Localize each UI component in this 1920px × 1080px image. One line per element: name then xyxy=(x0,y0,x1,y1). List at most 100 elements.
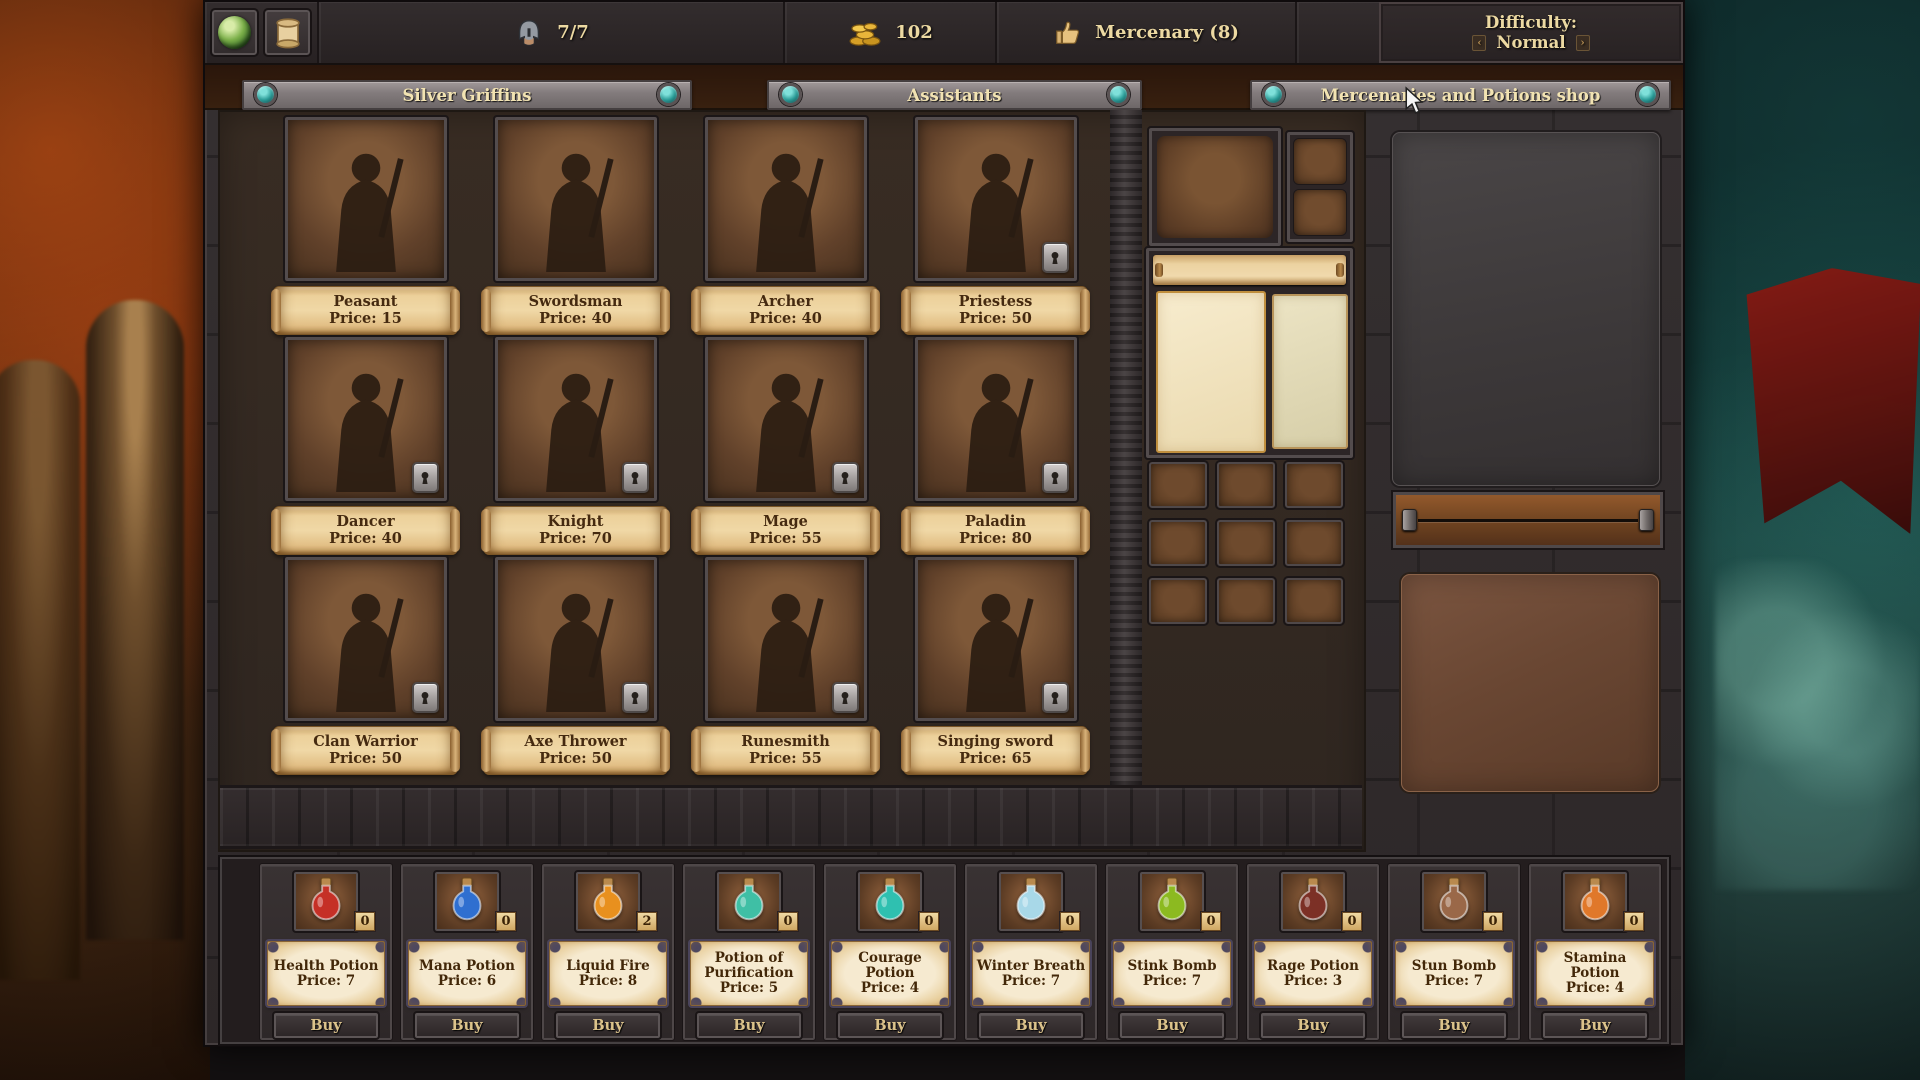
equipment-slot[interactable] xyxy=(1294,139,1346,184)
unit-price: Price: 50 xyxy=(329,751,402,768)
unit-name: Mage xyxy=(763,514,808,531)
unit-price: Price: 65 xyxy=(959,751,1032,768)
unit-portrait[interactable] xyxy=(285,337,447,501)
potion-cell-mana-potion: 0 Mana Potion Price: 6 Buy xyxy=(401,864,533,1040)
tab-silver-griffins[interactable]: Silver Griffins xyxy=(242,80,692,110)
unit-portrait[interactable] xyxy=(495,337,657,501)
tab-assistants[interactable]: Assistants xyxy=(767,80,1142,110)
potion-icon-slot[interactable]: 0 xyxy=(1140,872,1204,931)
potion-bottle-icon xyxy=(1434,877,1474,927)
inventory-slot[interactable] xyxy=(1285,462,1343,508)
potion-cell-stamina-potion: 0 Stamina Potion Price: 4 Buy xyxy=(1529,864,1661,1040)
potion-icon-slot[interactable]: 2 xyxy=(576,872,640,931)
scroll-rod-slider[interactable] xyxy=(1393,492,1663,548)
unit-card-knight[interactable]: Knight Price: 70 xyxy=(482,337,669,557)
unit-label-plate: Paladin Price: 80 xyxy=(902,506,1089,555)
equipment-slot[interactable] xyxy=(1294,190,1346,235)
unit-card-runesmith[interactable]: Runesmith Price: 55 xyxy=(692,557,879,777)
inventory-slot[interactable] xyxy=(1149,520,1207,566)
potion-bottle-icon xyxy=(447,877,487,927)
unit-portrait[interactable] xyxy=(915,337,1077,501)
inventory-slot[interactable] xyxy=(1217,520,1275,566)
potion-icon-slot[interactable]: 0 xyxy=(1563,872,1627,931)
unit-portrait[interactable] xyxy=(705,117,867,281)
unit-card-dancer[interactable]: Dancer Price: 40 xyxy=(272,337,459,557)
potion-icon-slot[interactable]: 0 xyxy=(858,872,922,931)
tab-ornament-icon xyxy=(254,83,277,106)
background-undead-scene-right xyxy=(1685,0,1920,1080)
potion-price: Price: 6 xyxy=(438,974,496,989)
mercenary-portrait-slot[interactable] xyxy=(1149,128,1281,246)
buy-button[interactable]: Buy xyxy=(1402,1013,1506,1038)
info-parchment-left xyxy=(1156,291,1266,453)
potion-bottle-icon xyxy=(1575,877,1615,927)
potion-icon-slot[interactable]: 0 xyxy=(999,872,1063,931)
unit-portrait[interactable] xyxy=(495,117,657,281)
inventory-slot[interactable] xyxy=(1217,462,1275,508)
potion-icon-slot[interactable]: 0 xyxy=(294,872,358,931)
unit-card-peasant[interactable]: Peasant Price: 15 xyxy=(272,117,459,337)
inventory-slot[interactable] xyxy=(1285,520,1343,566)
unit-price: Price: 50 xyxy=(959,311,1032,328)
potion-icon-slot[interactable]: 0 xyxy=(435,872,499,931)
buy-button[interactable]: Buy xyxy=(979,1013,1083,1038)
buy-button[interactable]: Buy xyxy=(274,1013,378,1038)
difficulty-value: Normal xyxy=(1496,33,1565,52)
potion-label-plate: Health Potion Price: 7 xyxy=(267,941,385,1006)
inventory-slot[interactable] xyxy=(1217,578,1275,624)
inventory-slot[interactable] xyxy=(1149,578,1207,624)
unit-grid: Peasant Price: 15 Swordsman Price: 40 xyxy=(272,117,1089,777)
unit-portrait[interactable] xyxy=(495,557,657,721)
unit-portrait[interactable] xyxy=(285,117,447,281)
world-map-button[interactable] xyxy=(212,10,257,55)
potion-icon-slot[interactable]: 0 xyxy=(717,872,781,931)
potion-name: Liquid Fire xyxy=(566,959,650,974)
potion-price: Price: 7 xyxy=(1002,974,1060,989)
buy-button[interactable]: Buy xyxy=(556,1013,660,1038)
unit-card-clan-warrior[interactable]: Clan Warrior Price: 50 xyxy=(272,557,459,777)
buy-button[interactable]: Buy xyxy=(838,1013,942,1038)
unit-portrait[interactable] xyxy=(915,557,1077,721)
unit-name: Knight xyxy=(547,514,603,531)
lock-icon xyxy=(412,462,439,493)
army-count-section: 7/7 xyxy=(317,2,783,63)
buy-button[interactable]: Buy xyxy=(415,1013,519,1038)
unit-price: Price: 80 xyxy=(959,531,1032,548)
buy-button[interactable]: Buy xyxy=(697,1013,801,1038)
difficulty-prev-button[interactable]: ‹ xyxy=(1472,35,1486,51)
unit-card-priestess[interactable]: Priestess Price: 50 xyxy=(902,117,1089,337)
lock-icon xyxy=(622,682,649,713)
potion-count-badge: 2 xyxy=(637,912,657,931)
unit-portrait[interactable] xyxy=(285,557,447,721)
carved-decorative-band xyxy=(220,785,1362,849)
potion-icon-slot[interactable]: 0 xyxy=(1422,872,1486,931)
difficulty-panel: Difficulty: ‹ Normal › xyxy=(1379,2,1683,63)
unit-name: Clan Warrior xyxy=(313,734,418,751)
potion-label-plate: Stamina Potion Price: 4 xyxy=(1536,941,1654,1006)
difficulty-next-button[interactable]: › xyxy=(1576,35,1590,51)
potion-bottle-icon xyxy=(1152,877,1192,927)
potion-icon-slot[interactable]: 0 xyxy=(1281,872,1345,931)
tab-mercenaries-and-potions-shop[interactable]: Mercenaries and Potions shop xyxy=(1250,80,1671,110)
unit-card-mage[interactable]: Mage Price: 55 xyxy=(692,337,879,557)
unit-card-swordsman[interactable]: Swordsman Price: 40 xyxy=(482,117,669,337)
unit-price: Price: 15 xyxy=(329,311,402,328)
difficulty-label: Difficulty: xyxy=(1485,13,1577,32)
unit-label-plate: Swordsman Price: 40 xyxy=(482,286,669,335)
inventory-slot[interactable] xyxy=(1285,578,1343,624)
inventory-slot[interactable] xyxy=(1149,462,1207,508)
unit-portrait[interactable] xyxy=(915,117,1077,281)
unit-label-plate: Priestess Price: 50 xyxy=(902,286,1089,335)
buy-button[interactable]: Buy xyxy=(1261,1013,1365,1038)
unit-portrait[interactable] xyxy=(705,557,867,721)
potion-cell-stun-bomb: 0 Stun Bomb Price: 7 Buy xyxy=(1388,864,1520,1040)
unit-portrait[interactable] xyxy=(705,337,867,501)
unit-card-paladin[interactable]: Paladin Price: 80 xyxy=(902,337,1089,557)
unit-card-axe-thrower[interactable]: Axe Thrower Price: 50 xyxy=(482,557,669,777)
unit-card-singing-sword[interactable]: Singing sword Price: 65 xyxy=(902,557,1089,777)
buy-button[interactable]: Buy xyxy=(1543,1013,1647,1038)
reputation-label: Mercenary (8) xyxy=(1095,22,1239,43)
unit-card-archer[interactable]: Archer Price: 40 xyxy=(692,117,879,337)
quest-log-button[interactable] xyxy=(265,10,310,55)
buy-button[interactable]: Buy xyxy=(1120,1013,1224,1038)
